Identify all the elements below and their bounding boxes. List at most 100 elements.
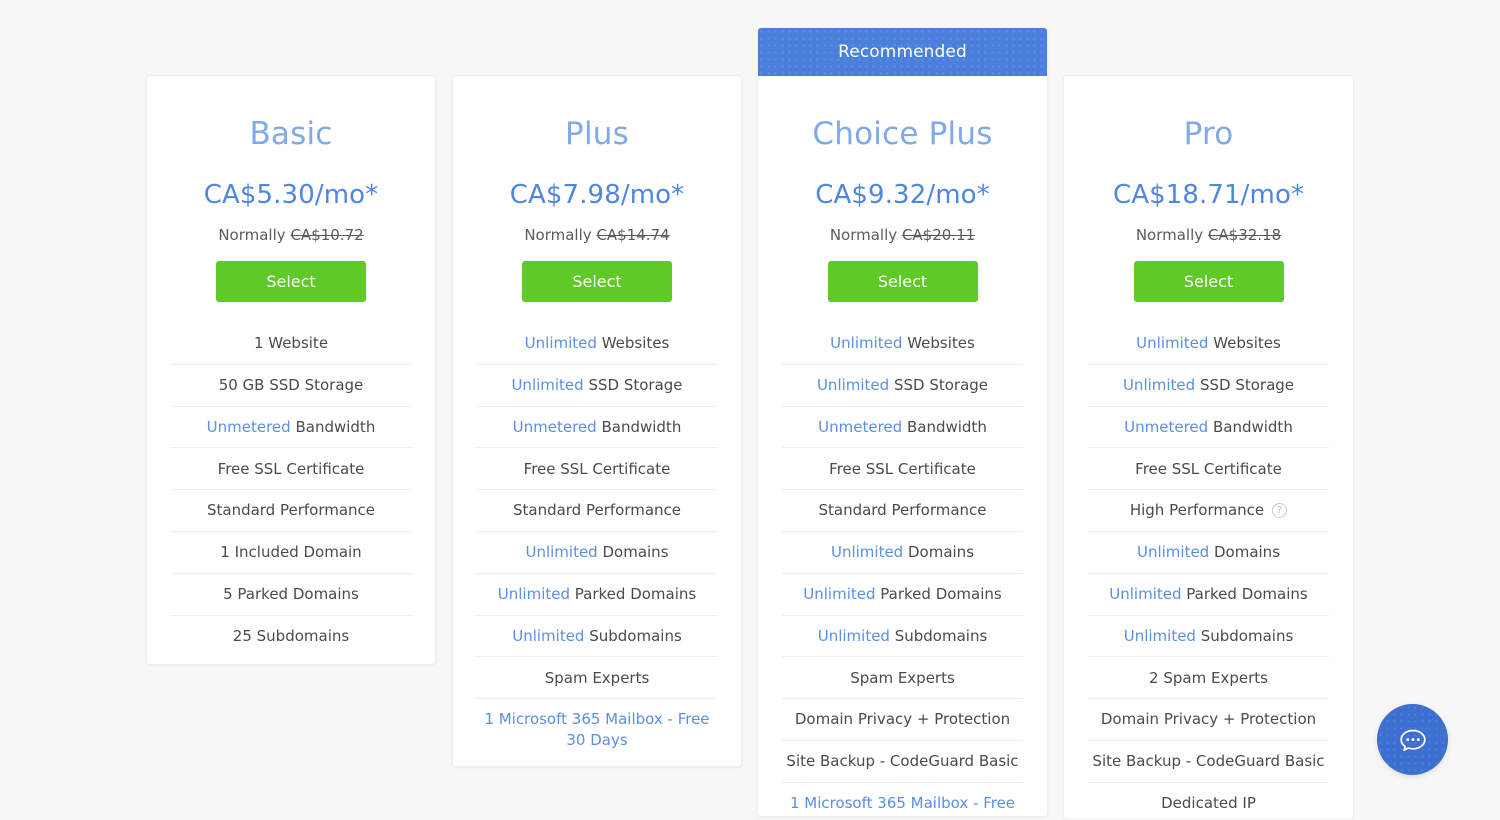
- plan-price: CA$7.98/mo*: [509, 180, 685, 210]
- feature-row: Unlimited Domains: [1088, 530, 1329, 573]
- feature-row: Standard Performance: [782, 489, 1023, 531]
- plan-normally-price: Normally CA$14.74: [467, 226, 727, 244]
- plan-price: CA$18.71/mo*: [1112, 180, 1305, 210]
- feature-row: Unlimited Parked Domains: [1088, 572, 1329, 615]
- feature-row: Unlimited SSD Storage: [1088, 363, 1329, 406]
- feature-row: Spam Experts: [782, 656, 1023, 698]
- plan-normally-price: Normally CA$20.11: [772, 226, 1033, 244]
- feature-row: Site Backup - CodeGuard Basic: [782, 739, 1023, 782]
- feature-label: Free SSL Certificate: [523, 459, 671, 478]
- feature-row: Unlimited Domains: [782, 530, 1023, 573]
- feature-list: Unlimited Websites Unlimited SSD Storage U…: [1078, 322, 1339, 819]
- select-button[interactable]: Select: [1133, 261, 1284, 302]
- plan-card-basic: Basic CA$5.30/mo* Normally CA$10.72 Select 1…: [146, 75, 436, 665]
- feature-row: Unlimited Subdomains: [477, 614, 717, 657]
- feature-label: 50 GB SSD Storage: [218, 376, 364, 395]
- chat-bubble-icon: [1399, 729, 1426, 751]
- feature-list: Unlimited Websites Unlimited SSD Storage U…: [467, 322, 727, 760]
- feature-row: Unlimited Domains: [477, 530, 717, 573]
- feature-list: Unlimited Websites Unlimited SSD Storage U…: [772, 322, 1033, 816]
- feature-row: Free SSL Certificate: [782, 447, 1023, 489]
- plan-name: Choice Plus: [812, 116, 993, 152]
- info-help-icon[interactable]: ?: [1272, 503, 1288, 519]
- feature-row: Spam Experts: [477, 656, 717, 698]
- plan-card-body: Choice Plus CA$9.32/mo* Normally CA$20.11 S…: [758, 116, 1047, 816]
- feature-label: 1 Microsoft 365 Mailbox - Free 30 Days: [789, 794, 1016, 816]
- plan-price: CA$9.32/mo*: [815, 180, 990, 210]
- plan-card-body: Pro CA$18.71/mo* Normally CA$32.18 Select Un…: [1064, 116, 1353, 819]
- feature-row: Domain Privacy + Protection: [782, 698, 1023, 740]
- feature-label: SSD Storage: [588, 376, 683, 395]
- feature-label: 1 Website: [253, 333, 329, 352]
- feature-row: Standard Performance: [477, 489, 717, 531]
- pricing-table: Basic CA$5.30/mo* Normally CA$10.72 Select 1…: [0, 0, 1500, 820]
- feature-label: Dedicated IP: [1161, 794, 1256, 813]
- feature-label: Parked Domains: [574, 585, 697, 604]
- feature-highlight: Unlimited: [525, 543, 598, 562]
- feature-highlight: Unlimited: [816, 376, 890, 395]
- plan-name: Basic: [249, 116, 333, 152]
- feature-highlight: Unlimited: [524, 333, 597, 352]
- plan-card-pro: Pro CA$18.71/mo* Normally CA$32.18 Select Un…: [1063, 75, 1354, 820]
- feature-highlight: Unlimited: [830, 543, 904, 562]
- feature-row: 5 Parked Domains: [171, 572, 411, 615]
- feature-highlight: Unlimited: [511, 376, 584, 395]
- feature-highlight: Unmetered: [512, 417, 597, 436]
- feature-label: Free SSL Certificate: [1135, 459, 1282, 478]
- normally-struck-price: CA$10.72: [290, 226, 364, 244]
- feature-list: 1 Website 50 GB SSD Storage Unmetered Band…: [161, 322, 421, 656]
- feature-highlight: Unlimited: [512, 626, 585, 645]
- feature-highlight: Unmetered: [206, 417, 291, 436]
- feature-row: Standard Performance: [171, 489, 411, 531]
- feature-label: Free SSL Certificate: [217, 459, 365, 478]
- feature-highlight: Unmetered: [818, 417, 903, 436]
- plan-card-choice-plus: Recommended Choice Plus CA$9.32/mo* Normall…: [757, 27, 1048, 817]
- normally-label: Normally: [829, 226, 898, 244]
- chat-widget-button[interactable]: [1377, 704, 1448, 775]
- feature-row: Free SSL Certificate: [1088, 447, 1329, 489]
- plan-card-plus: Plus CA$7.98/mo* Normally CA$14.74 Select Un…: [452, 75, 742, 767]
- feature-label: Domains: [1213, 543, 1281, 562]
- plan-name: Pro: [1183, 116, 1234, 152]
- feature-row[interactable]: 1 Microsoft 365 Mailbox - Free 30 Days: [477, 698, 717, 760]
- select-button[interactable]: Select: [216, 261, 366, 302]
- plan-name: Plus: [565, 116, 629, 152]
- feature-label: Subdomains: [894, 626, 988, 645]
- feature-label: Parked Domains: [1186, 585, 1308, 604]
- normally-label: Normally: [524, 226, 592, 244]
- feature-row[interactable]: 1 Microsoft 365 Mailbox - Free 30 Days: [782, 781, 1023, 816]
- feature-highlight: Unlimited: [817, 626, 890, 645]
- feature-row: Unlimited SSD Storage: [477, 363, 717, 406]
- feature-row: Unlimited Subdomains: [782, 614, 1023, 657]
- feature-row: 2 Spam Experts: [1088, 656, 1329, 698]
- feature-label: Site Backup - CodeGuard Basic: [1092, 752, 1325, 771]
- feature-label: Site Backup - CodeGuard Basic: [786, 752, 1019, 771]
- plan-normally-price: Normally CA$32.18: [1078, 226, 1339, 244]
- feature-label: Bandwidth: [1212, 417, 1293, 436]
- feature-row: Domain Privacy + Protection: [1088, 698, 1329, 740]
- feature-label: 25 Subdomains: [232, 626, 350, 645]
- feature-label: Websites: [1213, 333, 1281, 352]
- feature-highlight: Unlimited: [803, 585, 876, 604]
- feature-row: Unmetered Bandwidth: [1088, 405, 1329, 448]
- feature-highlight: Unlimited: [497, 585, 571, 604]
- feature-row: 50 GB SSD Storage: [171, 363, 411, 406]
- feature-label: Websites: [601, 333, 670, 352]
- feature-row: Unlimited Websites: [1088, 322, 1329, 364]
- feature-label: Bandwidth: [906, 417, 987, 436]
- feature-row: Free SSL Certificate: [171, 447, 411, 489]
- feature-label: SSD Storage: [1199, 376, 1295, 395]
- feature-label: Standard Performance: [206, 501, 376, 520]
- feature-row: High Performance?: [1088, 489, 1329, 531]
- select-button[interactable]: Select: [522, 261, 672, 302]
- feature-row: Unmetered Bandwidth: [782, 405, 1023, 448]
- select-button[interactable]: Select: [827, 261, 978, 302]
- feature-label: SSD Storage: [893, 376, 989, 395]
- feature-row: Unlimited Websites: [477, 322, 717, 364]
- feature-row: Dedicated IP: [1088, 781, 1329, 819]
- feature-label: Bandwidth: [601, 417, 682, 436]
- normally-struck-price: CA$32.18: [1207, 226, 1282, 244]
- feature-label: Free SSL Certificate: [829, 459, 976, 478]
- feature-label: Websites: [907, 333, 975, 352]
- plan-card-body: Basic CA$5.30/mo* Normally CA$10.72 Select 1…: [147, 119, 435, 656]
